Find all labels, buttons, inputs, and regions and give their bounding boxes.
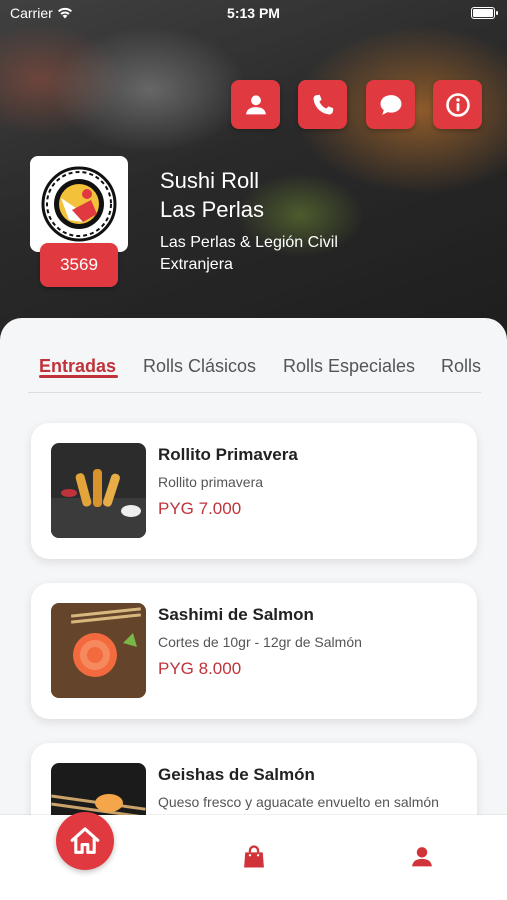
address-line1: Las Perlas & Legión Civil [160,234,338,251]
tab-rolls[interactable]: Rolls [441,356,481,377]
store-name-line1: Sushi Roll [160,168,260,193]
product-price: PYG 8.000 [158,659,242,678]
tabs-divider [28,392,481,393]
product-image [51,603,146,698]
product-description: Rollito primavera [158,474,264,490]
product-name: Geishas de Salmón [158,765,315,784]
info-button[interactable] [433,80,482,129]
call-button[interactable] [298,80,347,129]
active-tab-indicator [39,375,118,378]
user-icon [245,94,266,114]
info-icon [445,92,470,117]
product-name: Sashimi de Salmon [158,605,314,624]
store-address: Las Perlas & Legión Civil Extranjera [160,232,460,276]
order-count-badge: 3569 [40,243,118,287]
chat-button[interactable] [366,80,415,129]
home-icon [70,827,100,854]
product-description: Cortes de 10gr - 12gr de Salmón [158,634,362,650]
tab-rolls-especiales[interactable]: Rolls Especiales [283,356,415,377]
product-name: Rollito Primavera [158,445,298,464]
status-bar: Carrier 5:13 PM [0,0,507,28]
product-card[interactable]: Rollito Primavera Rollito primavera PYG … [31,423,477,559]
tab-entradas[interactable]: Entradas [39,356,116,377]
product-card[interactable]: Sashimi de Salmon Cortes de 10gr - 12gr … [31,583,477,719]
user-button[interactable] [231,80,280,129]
store-name: Sushi Roll Las Perlas [160,166,460,224]
battery-icon [471,7,498,19]
address-line2: Extranjera [160,256,233,273]
shopping-bag-icon[interactable] [240,843,268,871]
chat-icon [380,94,401,115]
product-price: PYG 7.000 [158,499,242,518]
store-logo [30,156,128,252]
sushi-logo-icon [41,166,117,242]
store-name-line2: Las Perlas [160,197,264,222]
product-image [51,443,146,538]
profile-icon[interactable] [408,843,436,871]
phone-icon [313,94,333,114]
tab-rolls-clasicos[interactable]: Rolls Clásicos [143,356,256,377]
status-time: 5:13 PM [227,5,280,21]
home-button[interactable] [56,812,114,870]
